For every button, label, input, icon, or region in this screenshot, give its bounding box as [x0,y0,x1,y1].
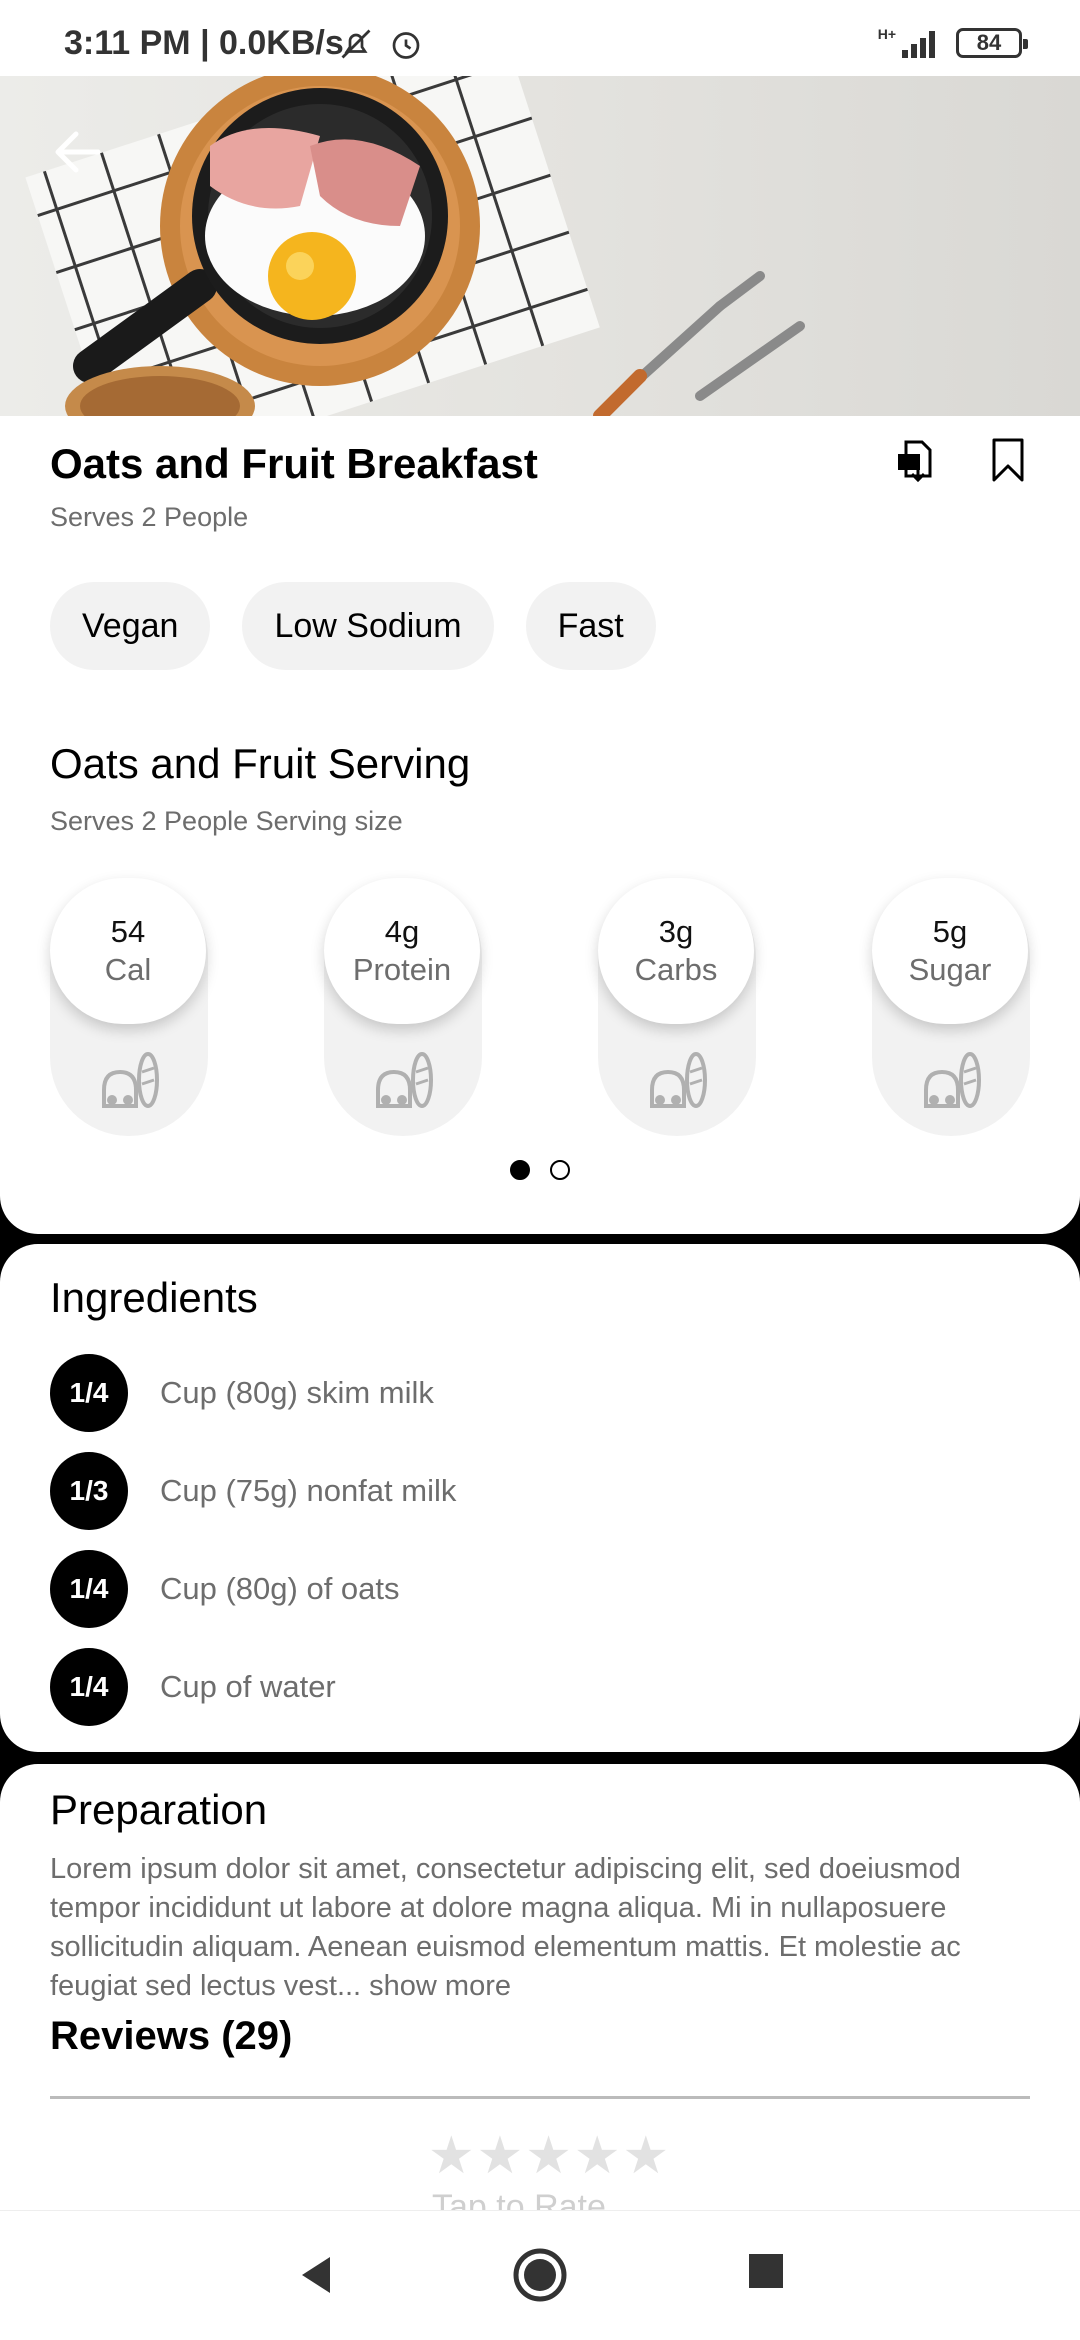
ingredient-quantity: 1/3 [50,1452,128,1530]
nutrient-card-carbs[interactable]: 3g Carbs [598,878,756,1136]
nav-recents-icon[interactable] [746,2251,786,2291]
ingredient-item: 1/4 Cup of water [50,1648,336,1726]
food-icon [376,1052,433,1108]
battery-indicator: 84 [956,28,1028,58]
food-icon [650,1052,707,1108]
tag-chip[interactable]: Low Sodium [242,582,494,670]
food-icon [102,1052,159,1108]
status-bar: 3:11 PM | 0.0KB/s H+ 84 [0,0,1080,76]
ingredient-item: 1/4 Cup (80g) skim milk [50,1354,434,1432]
recipe-summary-card: Oats and Fruit Breakfast Serves 2 People… [0,416,1080,1234]
ingredients-title: Ingredients [50,1274,258,1321]
nutrient-card-sugar[interactable]: 5g Sugar [872,878,1030,1136]
ingredient-quantity: 1/4 [50,1648,128,1726]
back-button[interactable] [48,122,108,182]
nutrient-value: 5g [932,914,968,949]
bell-off-icon [341,29,371,59]
ingredient-text: Cup (80g) skim milk [160,1375,434,1410]
breakfast-illustration [25,76,805,416]
pager-dot-active[interactable] [510,1160,530,1180]
nutrient-label: Cal [104,952,152,987]
recipe-serves: Serves 2 People [50,502,249,532]
pager-dot[interactable] [550,1160,570,1180]
alarm-icon [392,32,420,59]
preparation-text[interactable]: Lorem ipsum dolor sit amet, consectetur … [50,1850,1040,2006]
nutrient-card-calories[interactable]: 54 Cal [50,878,208,1136]
battery-level: 84 [976,30,1002,55]
divider [50,2096,1030,2099]
nutrient-label: Protein [352,952,452,987]
ingredient-text: Cup (80g) of oats [160,1571,400,1606]
tag-chip[interactable]: Fast [525,582,656,670]
ingredient-text: Cup of water [160,1669,336,1704]
status-time: 3:11 PM | 0.0KB/s [64,24,344,62]
nutrient-value: 3g [658,914,694,949]
reviews-title: Reviews (29) [50,2014,293,2058]
ingredients-card: Ingredients 1/4 Cup (80g) skim milk 1/3 … [0,1244,1080,1752]
pager-dots [510,1160,570,1180]
nav-back-icon[interactable] [296,2251,336,2299]
bookmark-button[interactable] [984,436,1032,484]
recipe-title: Oats and Fruit Breakfast [50,440,538,487]
nav-home-icon[interactable] [512,2247,568,2303]
food-icon [924,1052,981,1108]
download-button[interactable] [892,436,940,484]
ingredient-text: Cup (75g) nonfat milk [160,1473,457,1508]
ingredient-quantity: 1/4 [50,1550,128,1628]
serving-title: Oats and Fruit Serving [50,740,471,787]
preparation-title: Preparation [50,1786,268,1833]
file-download-icon [898,440,932,483]
tag-chip[interactable]: Vegan [50,582,211,670]
nutrient-label: Carbs [634,952,718,987]
nutrient-value: 54 [110,914,146,949]
recipe-hero-image [0,76,1080,416]
network-type: H+ [877,26,896,42]
preparation-card: Preparation Lorem ipsum dolor sit amet, … [0,1764,1080,2226]
serving-subtitle: Serves 2 People Serving size [50,806,403,836]
system-nav-bar [0,2210,1080,2340]
ingredient-quantity: 1/4 [50,1354,128,1432]
nutrient-card-protein[interactable]: 4g Protein [324,878,482,1136]
bookmark-icon [992,438,1024,482]
signal-icon [902,31,935,58]
star-rating-input[interactable]: ★★★★★ [428,2126,671,2186]
nutrient-value: 4g [384,914,420,949]
tag-list: Vegan Low Sodium Fast [50,582,656,670]
ingredient-item: 1/3 Cup (75g) nonfat milk [50,1452,456,1530]
arrow-left-icon [55,131,101,173]
nutrient-label: Sugar [908,952,992,987]
ingredient-item: 1/4 Cup (80g) of oats [50,1550,400,1628]
